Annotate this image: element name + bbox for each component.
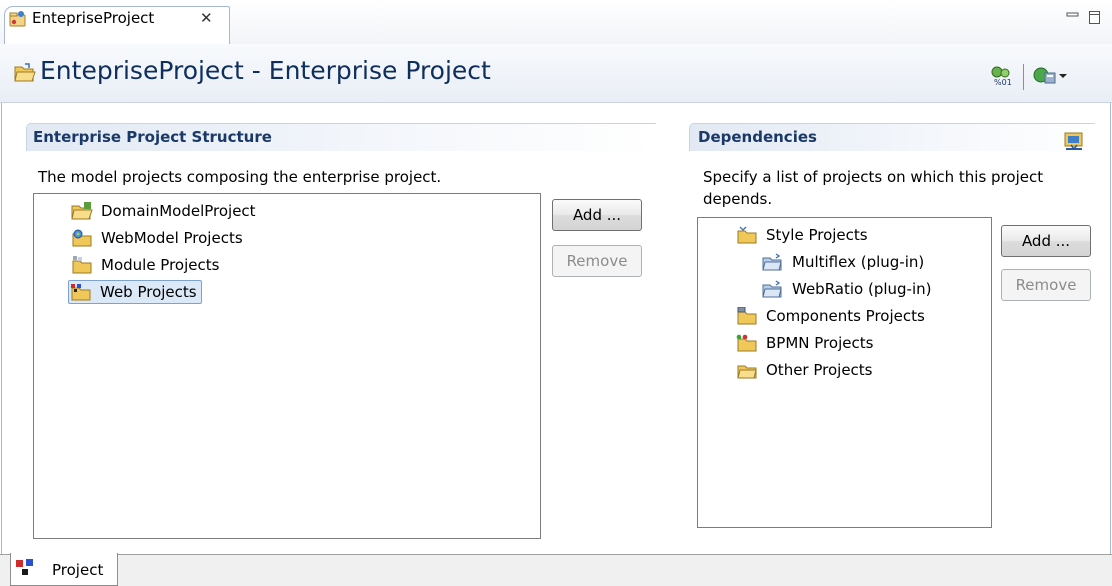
style-folder-icon bbox=[737, 226, 757, 243]
tree-item-label: WebModel Projects bbox=[101, 228, 243, 247]
tree-item-label: Multiflex (plug-in) bbox=[792, 252, 925, 271]
dependencies-remove-button[interactable]: Remove bbox=[1001, 269, 1091, 301]
enterprise-project-icon bbox=[9, 11, 26, 27]
bpmn-folder-icon bbox=[736, 334, 757, 351]
web-folder-icon bbox=[71, 283, 91, 300]
plugin-project-icon bbox=[762, 252, 782, 270]
plugin-project-icon bbox=[762, 279, 782, 297]
editor-tab-label: EntepriseProject bbox=[32, 9, 155, 27]
tree-item-domainmodelproject[interactable]: DomainModelProject bbox=[71, 197, 540, 224]
tree-item-webmodel-projects[interactable]: WebModel Projects bbox=[71, 224, 540, 251]
generate-project-icon[interactable]: %01 bbox=[990, 65, 1014, 87]
chevron-down-icon[interactable] bbox=[1058, 73, 1068, 81]
dependencies-description-line2: depends. bbox=[703, 190, 773, 208]
minimize-icon[interactable] bbox=[1066, 10, 1080, 24]
webmodel-folder-icon bbox=[72, 229, 92, 246]
tree-item-label: Style Projects bbox=[766, 225, 868, 244]
dependencies-add-button[interactable]: Add ... bbox=[1001, 225, 1091, 257]
svg-text:%01: %01 bbox=[994, 78, 1012, 87]
tree-item-label: Components Projects bbox=[766, 306, 925, 325]
tree-item-other-projects[interactable]: Other Projects bbox=[736, 356, 991, 383]
structure-remove-button[interactable]: Remove bbox=[552, 245, 642, 277]
tree-item-webratio[interactable]: WebRatio (plug-in) bbox=[736, 275, 991, 302]
run-menu-icon[interactable] bbox=[1033, 65, 1057, 87]
structure-add-button[interactable]: Add ... bbox=[552, 199, 642, 231]
tree-item-label: Web Projects bbox=[100, 282, 197, 301]
dependencies-tree[interactable]: Style Projects Multiflex (plug-in) WebRa… bbox=[697, 217, 992, 528]
tree-item-module-projects[interactable]: Module Projects bbox=[71, 251, 540, 278]
tree-item-label: DomainModelProject bbox=[101, 201, 256, 220]
form-title: EntepriseProject - Enterprise Project bbox=[40, 56, 491, 85]
structure-tree[interactable]: DomainModelProject WebModel Projects Mod… bbox=[33, 193, 541, 539]
page-tab-label: Project bbox=[52, 561, 104, 579]
tree-item-bpmn-projects[interactable]: BPMN Projects bbox=[736, 329, 991, 356]
components-folder-icon bbox=[737, 306, 757, 324]
dependencies-description-line1: Specify a list of projects on which this… bbox=[703, 168, 1044, 186]
tree-item-multiflex[interactable]: Multiflex (plug-in) bbox=[736, 248, 991, 275]
page-tab-bar bbox=[0, 554, 1112, 586]
open-folder-icon bbox=[14, 63, 36, 82]
tree-item-label: BPMN Projects bbox=[766, 333, 874, 352]
structure-description: The model projects composing the enterpr… bbox=[38, 168, 442, 186]
dependencies-section-title: Dependencies bbox=[698, 128, 817, 146]
tree-item-web-projects[interactable]: Web Projects bbox=[68, 278, 540, 305]
tree-item-components-projects[interactable]: Components Projects bbox=[736, 302, 991, 329]
module-folder-icon bbox=[72, 255, 92, 273]
maximize-icon[interactable] bbox=[1088, 10, 1102, 26]
other-folder-icon bbox=[737, 365, 757, 378]
header-separator bbox=[1023, 64, 1024, 90]
close-icon[interactable]: ✕ bbox=[200, 9, 213, 27]
domain-model-folder-icon bbox=[71, 201, 93, 219]
tree-item-label: WebRatio (plug-in) bbox=[792, 279, 932, 298]
tree-item-style-projects[interactable]: Style Projects bbox=[736, 221, 991, 248]
tree-item-label: Module Projects bbox=[101, 255, 220, 274]
project-page-icon bbox=[16, 559, 33, 575]
dependencies-toolbar-icon[interactable] bbox=[1063, 132, 1085, 152]
tree-item-label: Other Projects bbox=[766, 360, 873, 379]
structure-section-title: Enterprise Project Structure bbox=[33, 128, 272, 146]
